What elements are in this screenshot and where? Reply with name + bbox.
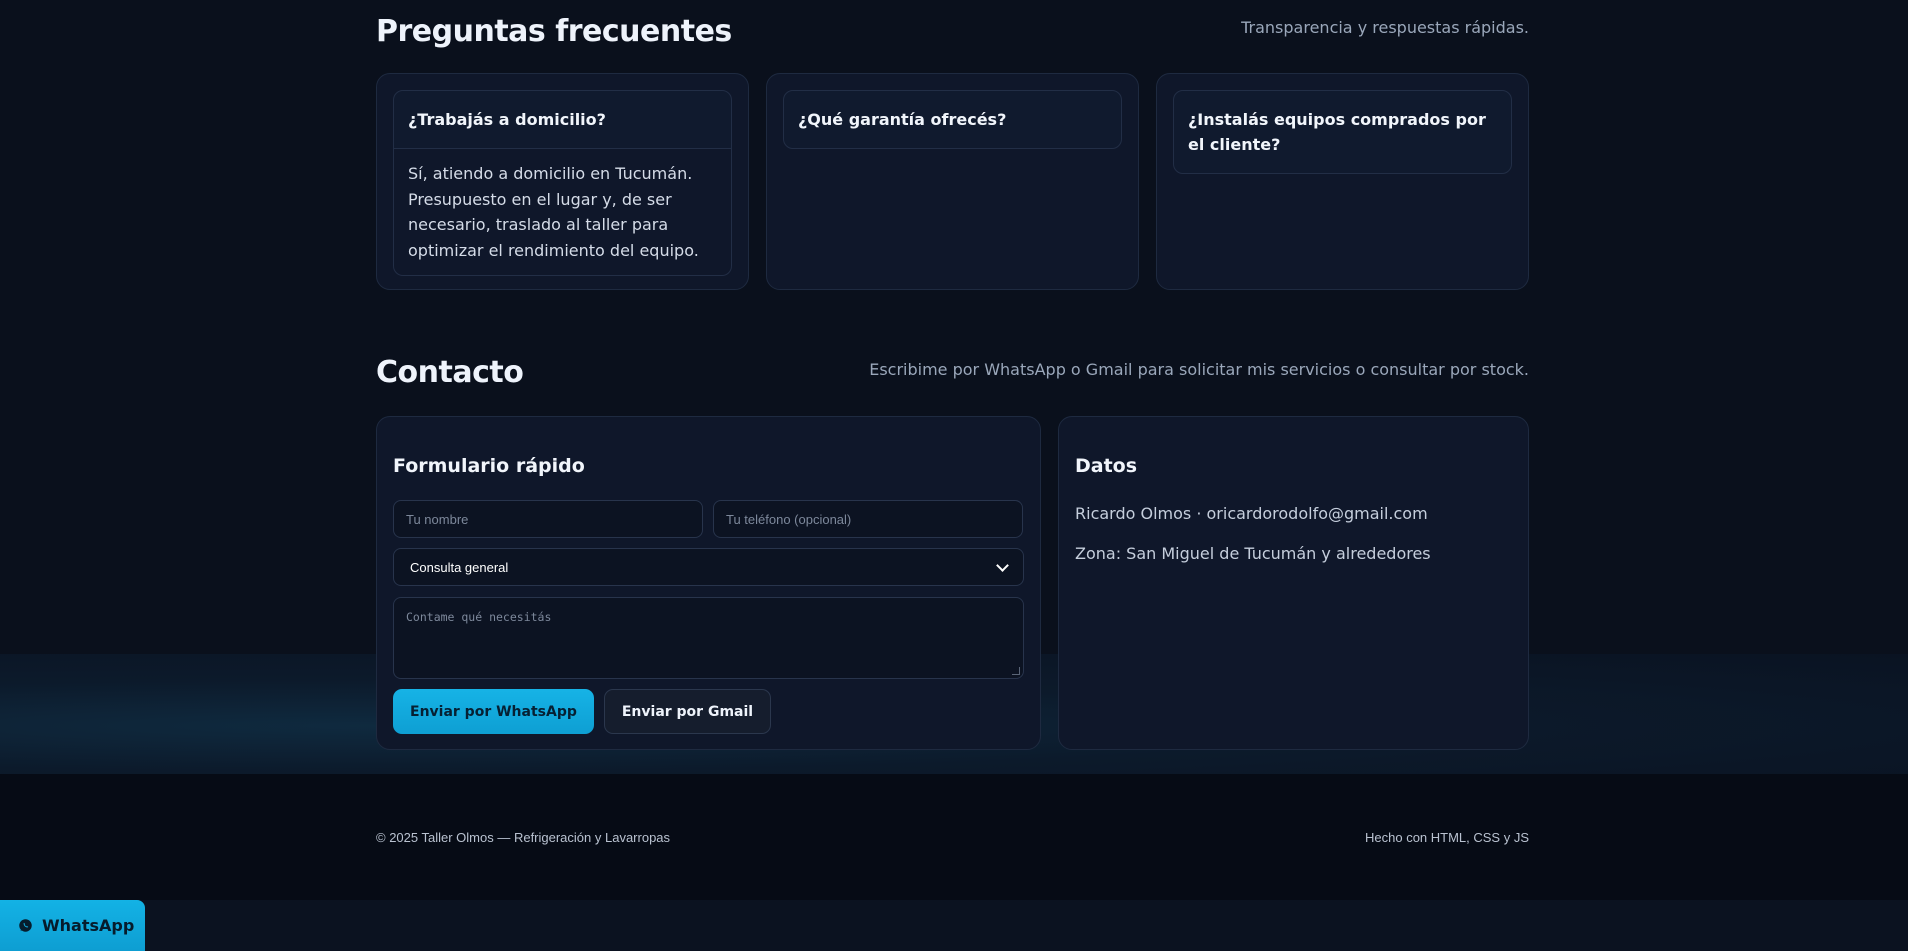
- quick-form-title: Formulario rápido: [393, 455, 585, 477]
- footer-made-with: Hecho con HTML, CSS y JS: [1365, 830, 1529, 845]
- send-gmail-button[interactable]: Enviar por Gmail: [603, 689, 772, 734]
- message-textarea[interactable]: Contame qué necesitás: [393, 597, 1024, 679]
- faq-title: Preguntas frecuentes: [376, 14, 732, 49]
- contact-data-title: Datos: [1075, 455, 1138, 477]
- whatsapp-float-label: WhatsApp: [42, 916, 135, 935]
- contact-title: Contacto: [376, 355, 524, 390]
- faq-question-instalacion[interactable]: ¿Instalás equipos comprados por el clien…: [1173, 90, 1512, 174]
- contact-zone: Zona: San Miguel de Tucumán y alrededore…: [1075, 544, 1431, 563]
- subject-select-value: Consulta general: [410, 559, 509, 575]
- contact-name-email: Ricardo Olmos · oricardorodolfo@gmail.co…: [1075, 504, 1428, 523]
- form-buttons: Enviar por WhatsApp Enviar por Gmail: [393, 689, 1024, 734]
- faq-item: ¿Qué garantía ofrecés?: [783, 90, 1122, 149]
- footer-copyright: © 2025 Taller Olmos — Refrigeración y La…: [376, 830, 671, 845]
- faq-answer-domicilio: Sí, atiendo a domicilio en Tucumán. Pres…: [393, 149, 732, 276]
- phone-input[interactable]: Tu teléfono (opcional): [713, 500, 1023, 538]
- quick-form-card: Formulario rápido Tu nombre Tu teléfono …: [376, 416, 1041, 750]
- faq-item: ¿Instalás equipos comprados por el clien…: [1173, 90, 1512, 174]
- bottom-strip: [0, 900, 1908, 951]
- faq-question-garantia[interactable]: ¿Qué garantía ofrecés?: [783, 90, 1122, 149]
- faq-section: Preguntas frecuentes Transparencia y res…: [376, 14, 1529, 290]
- resize-handle-icon[interactable]: [1012, 667, 1020, 675]
- chevron-down-icon: [996, 558, 1009, 572]
- contact-header: Contacto Escribime por WhatsApp o Gmail …: [376, 355, 1529, 390]
- whatsapp-icon: [19, 919, 32, 932]
- send-whatsapp-button[interactable]: Enviar por WhatsApp: [393, 689, 594, 734]
- contact-subtitle: Escribime por WhatsApp o Gmail para soli…: [869, 360, 1529, 379]
- faq-subtitle: Transparencia y respuestas rápidas.: [1241, 18, 1529, 37]
- contact-grid: Formulario rápido Tu nombre Tu teléfono …: [376, 416, 1529, 750]
- faq-header: Preguntas frecuentes Transparencia y res…: [376, 14, 1529, 49]
- faq-card: ¿Trabajás a domicilio? Sí, atiendo a dom…: [376, 73, 749, 290]
- faq-question-domicilio[interactable]: ¿Trabajás a domicilio?: [393, 90, 732, 149]
- faq-item: ¿Trabajás a domicilio? Sí, atiendo a dom…: [393, 90, 732, 276]
- subject-select[interactable]: Consulta general: [393, 548, 1024, 586]
- faq-card: ¿Instalás equipos comprados por el clien…: [1156, 73, 1529, 290]
- whatsapp-float-button[interactable]: WhatsApp: [0, 900, 145, 951]
- faq-card: ¿Qué garantía ofrecés?: [766, 73, 1139, 290]
- contact-data-card: Datos Ricardo Olmos · oricardorodolfo@gm…: [1058, 416, 1529, 750]
- message-placeholder: Contame qué necesitás: [406, 610, 552, 624]
- contact-section: Contacto Escribime por WhatsApp o Gmail …: [376, 355, 1529, 750]
- faq-grid: ¿Trabajás a domicilio? Sí, atiendo a dom…: [376, 73, 1529, 290]
- footer-content: © 2025 Taller Olmos — Refrigeración y La…: [376, 830, 1529, 845]
- name-input[interactable]: Tu nombre: [393, 500, 703, 538]
- form-row: Tu nombre Tu teléfono (opcional): [393, 500, 1024, 538]
